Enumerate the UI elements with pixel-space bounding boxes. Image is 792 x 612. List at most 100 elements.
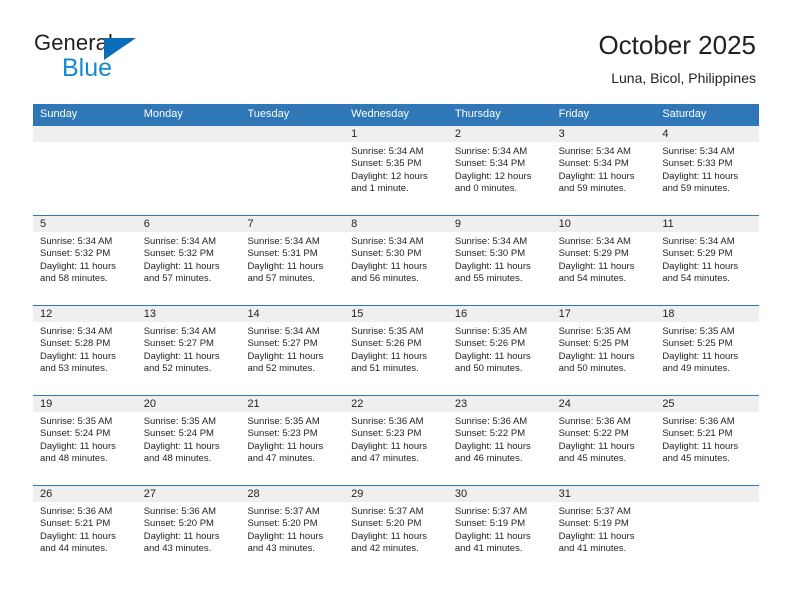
day-number: 5: [33, 216, 137, 232]
calendar-cell-day-17[interactable]: 17 Sunrise: 5:35 AM Sunset: 5:25 PM Dayligh…: [551, 305, 656, 395]
sunrise-text: Sunrise: 5:35 AM: [351, 326, 424, 337]
day-details: Sunrise: 5:35 AM Sunset: 5:26 PM Daylight:…: [448, 322, 552, 376]
day-number: 25: [655, 396, 760, 412]
sunset-text: Sunset: 5:20 PM: [247, 518, 318, 530]
calendar-cell-day-26[interactable]: 26 Sunrise: 5:36 AM Sunset: 5:21 PM Dayligh…: [33, 485, 137, 575]
day-details: Sunrise: 5:34 AM Sunset: 5:32 PM Daylight:…: [33, 232, 137, 286]
calendar-cell-day-4[interactable]: 4 Sunrise: 5:34 AM Sunset: 5:33 PM Daylight…: [655, 125, 760, 215]
sunrise-text: Sunrise: 5:34 AM: [454, 146, 528, 157]
daylight-text-cont: and 42 minutes.: [351, 543, 419, 555]
sunrise-text: Sunrise: 5:34 AM: [454, 236, 528, 247]
day-number: 28: [240, 486, 345, 502]
calendar-week-row: 19 Sunrise: 5:35 AM Sunset: 5:24 PM Dayligh…: [33, 395, 760, 485]
calendar-cell-day-13[interactable]: 13 Sunrise: 5:34 AM Sunset: 5:27 PM Dayligh…: [136, 305, 241, 395]
general-blue-logo[interactable]: General Blue: [34, 30, 264, 90]
calendar-cell-day-31[interactable]: 31 Sunrise: 5:37 AM Sunset: 5:19 PM Dayligh…: [551, 485, 656, 575]
daylight-text-cont: and 54 minutes.: [662, 273, 730, 285]
calendar-cell-day-9[interactable]: 9 Sunrise: 5:34 AM Sunset: 5:30 PM Daylight…: [447, 215, 552, 305]
sunrise-text: Sunrise: 5:34 AM: [662, 146, 735, 157]
calendar-cell-day-23[interactable]: 23 Sunrise: 5:36 AM Sunset: 5:22 PM Dayligh…: [447, 395, 552, 485]
calendar-cell-day-22[interactable]: 22 Sunrise: 5:36 AM Sunset: 5:23 PM Dayligh…: [344, 395, 448, 485]
daylight-text: Daylight: 11 hours: [454, 350, 531, 362]
daylight-text: Daylight: 11 hours: [143, 440, 220, 452]
day-number: 8: [344, 216, 448, 232]
daylight-text-cont: and 45 minutes.: [558, 453, 627, 465]
daylight-text-cont: and 56 minutes.: [351, 273, 419, 285]
calendar-cell-day-25[interactable]: 25 Sunrise: 5:36 AM Sunset: 5:21 PM Dayligh…: [655, 395, 760, 485]
calendar-cell-day-10[interactable]: 10 Sunrise: 5:34 AM Sunset: 5:29 PM Dayligh…: [551, 215, 656, 305]
calendar-cell-day-21[interactable]: 21 Sunrise: 5:35 AM Sunset: 5:23 PM Dayligh…: [240, 395, 345, 485]
weekday-header-tuesday: Tuesday: [247, 108, 290, 120]
day-number: 15: [344, 306, 448, 322]
daylight-text-cont: and 54 minutes.: [558, 273, 627, 285]
daylight-text: Daylight: 11 hours: [40, 260, 116, 272]
calendar-cell-day-12[interactable]: 12 Sunrise: 5:34 AM Sunset: 5:28 PM Dayligh…: [33, 305, 137, 395]
calendar-cell-day-2[interactable]: 2 Sunrise: 5:34 AM Sunset: 5:34 PM Daylight…: [447, 125, 552, 215]
calendar-cell-day-5[interactable]: 5 Sunrise: 5:34 AM Sunset: 5:32 PM Daylight…: [33, 215, 137, 305]
calendar-cell-day-1[interactable]: 1 Sunrise: 5:34 AM Sunset: 5:35 PM Daylight…: [344, 125, 448, 215]
calendar-cell-day-16[interactable]: 16 Sunrise: 5:35 AM Sunset: 5:26 PM Dayligh…: [447, 305, 552, 395]
calendar-cell-day-7[interactable]: 7 Sunrise: 5:34 AM Sunset: 5:31 PM Daylight…: [240, 215, 345, 305]
day-number: 22: [344, 396, 448, 412]
sunset-text: Sunset: 5:19 PM: [454, 518, 526, 530]
sunrise-text: Sunrise: 5:34 AM: [351, 236, 424, 247]
day-number: 17: [551, 306, 656, 322]
calendar-cell-day-6[interactable]: 6 Sunrise: 5:34 AM Sunset: 5:32 PM Daylight…: [136, 215, 241, 305]
calendar-cell-day-18[interactable]: 18 Sunrise: 5:35 AM Sunset: 5:25 PM Dayligh…: [655, 305, 760, 395]
day-number: 20: [136, 396, 241, 412]
calendar-cell-day-19[interactable]: 19 Sunrise: 5:35 AM Sunset: 5:24 PM Dayligh…: [33, 395, 137, 485]
weekday-header-monday: Monday: [143, 108, 183, 120]
weekday-header-sunday: Sunday: [40, 108, 78, 120]
day-number: 21: [240, 396, 345, 412]
calendar-cell-day-14[interactable]: 14 Sunrise: 5:34 AM Sunset: 5:27 PM Dayligh…: [240, 305, 345, 395]
calendar-cell-day-27[interactable]: 27 Sunrise: 5:36 AM Sunset: 5:20 PM Dayligh…: [136, 485, 241, 575]
logo-text-blue: Blue: [62, 54, 113, 82]
sunset-text: Sunset: 5:34 PM: [558, 158, 629, 170]
day-details: Sunrise: 5:35 AM Sunset: 5:25 PM Daylight:…: [552, 322, 656, 376]
calendar-cell-day-15[interactable]: 15 Sunrise: 5:35 AM Sunset: 5:26 PM Dayligh…: [344, 305, 448, 395]
calendar-week-row: 1 Sunrise: 5:34 AM Sunset: 5:35 PM Daylight…: [33, 125, 760, 215]
daylight-text-cont: and 50 minutes.: [454, 363, 523, 375]
sunrise-text: Sunrise: 5:34 AM: [143, 236, 217, 247]
day-details: Sunrise: 5:34 AM Sunset: 5:28 PM Daylight:…: [33, 322, 137, 376]
sunset-text: Sunset: 5:30 PM: [454, 248, 526, 260]
day-details: Sunrise: 5:35 AM Sunset: 5:23 PM Daylight:…: [240, 412, 344, 466]
calendar-cell-day-8[interactable]: 8 Sunrise: 5:34 AM Sunset: 5:30 PM Daylight…: [344, 215, 448, 305]
daylight-text-cont: and 51 minutes.: [351, 363, 419, 375]
day-details: Sunrise: 5:36 AM Sunset: 5:21 PM Daylight:…: [655, 412, 759, 466]
sunrise-text: Sunrise: 5:36 AM: [454, 416, 528, 427]
day-number: 24: [551, 396, 656, 412]
calendar-cell-day-20[interactable]: 20 Sunrise: 5:35 AM Sunset: 5:24 PM Dayligh…: [136, 395, 241, 485]
sunrise-text: Sunrise: 5:37 AM: [247, 506, 320, 517]
day-details: Sunrise: 5:34 AM Sunset: 5:35 PM Daylight:…: [344, 142, 448, 196]
calendar-weeks: 1 Sunrise: 5:34 AM Sunset: 5:35 PM Daylight…: [33, 125, 760, 575]
day-number: 16: [447, 306, 552, 322]
sunset-text: Sunset: 5:28 PM: [40, 338, 111, 350]
calendar-cell-day-11[interactable]: 11 Sunrise: 5:34 AM Sunset: 5:29 PM Dayligh…: [655, 215, 760, 305]
day-details: Sunrise: 5:36 AM Sunset: 5:22 PM Daylight:…: [448, 412, 552, 466]
day-number: [136, 126, 241, 142]
daylight-text-cont: and 57 minutes.: [143, 273, 212, 285]
calendar-cell-day-24[interactable]: 24 Sunrise: 5:36 AM Sunset: 5:22 PM Dayligh…: [551, 395, 656, 485]
daylight-text-cont: and 46 minutes.: [454, 453, 523, 465]
day-details: [655, 502, 759, 506]
sunrise-text: Sunrise: 5:34 AM: [351, 146, 424, 157]
day-details: Sunrise: 5:34 AM Sunset: 5:27 PM Daylight:…: [240, 322, 344, 376]
calendar-cell-day-3[interactable]: 3 Sunrise: 5:34 AM Sunset: 5:34 PM Daylight…: [551, 125, 656, 215]
daylight-text: Daylight: 11 hours: [247, 350, 324, 362]
calendar-cell-day-29[interactable]: 29 Sunrise: 5:37 AM Sunset: 5:20 PM Dayligh…: [344, 485, 448, 575]
sunset-text: Sunset: 5:21 PM: [40, 518, 111, 530]
calendar-cell-day-28[interactable]: 28 Sunrise: 5:37 AM Sunset: 5:20 PM Dayligh…: [240, 485, 345, 575]
day-details: Sunrise: 5:34 AM Sunset: 5:34 PM Daylight:…: [552, 142, 656, 196]
weekday-header-friday: Friday: [558, 108, 590, 120]
daylight-text: Daylight: 11 hours: [351, 530, 428, 542]
day-number: 31: [551, 486, 656, 502]
calendar-week-row: 26 Sunrise: 5:36 AM Sunset: 5:21 PM Dayligh…: [33, 485, 760, 575]
day-details: Sunrise: 5:34 AM Sunset: 5:30 PM Daylight:…: [448, 232, 552, 286]
sunrise-text: Sunrise: 5:36 AM: [558, 416, 631, 427]
sunrise-text: Sunrise: 5:34 AM: [247, 326, 320, 337]
calendar-cell-empty: [136, 125, 241, 215]
sunrise-text: Sunrise: 5:37 AM: [351, 506, 424, 517]
calendar-cell-day-30[interactable]: 30 Sunrise: 5:37 AM Sunset: 5:19 PM Dayligh…: [447, 485, 552, 575]
daylight-text-cont: and 55 minutes.: [454, 273, 523, 285]
